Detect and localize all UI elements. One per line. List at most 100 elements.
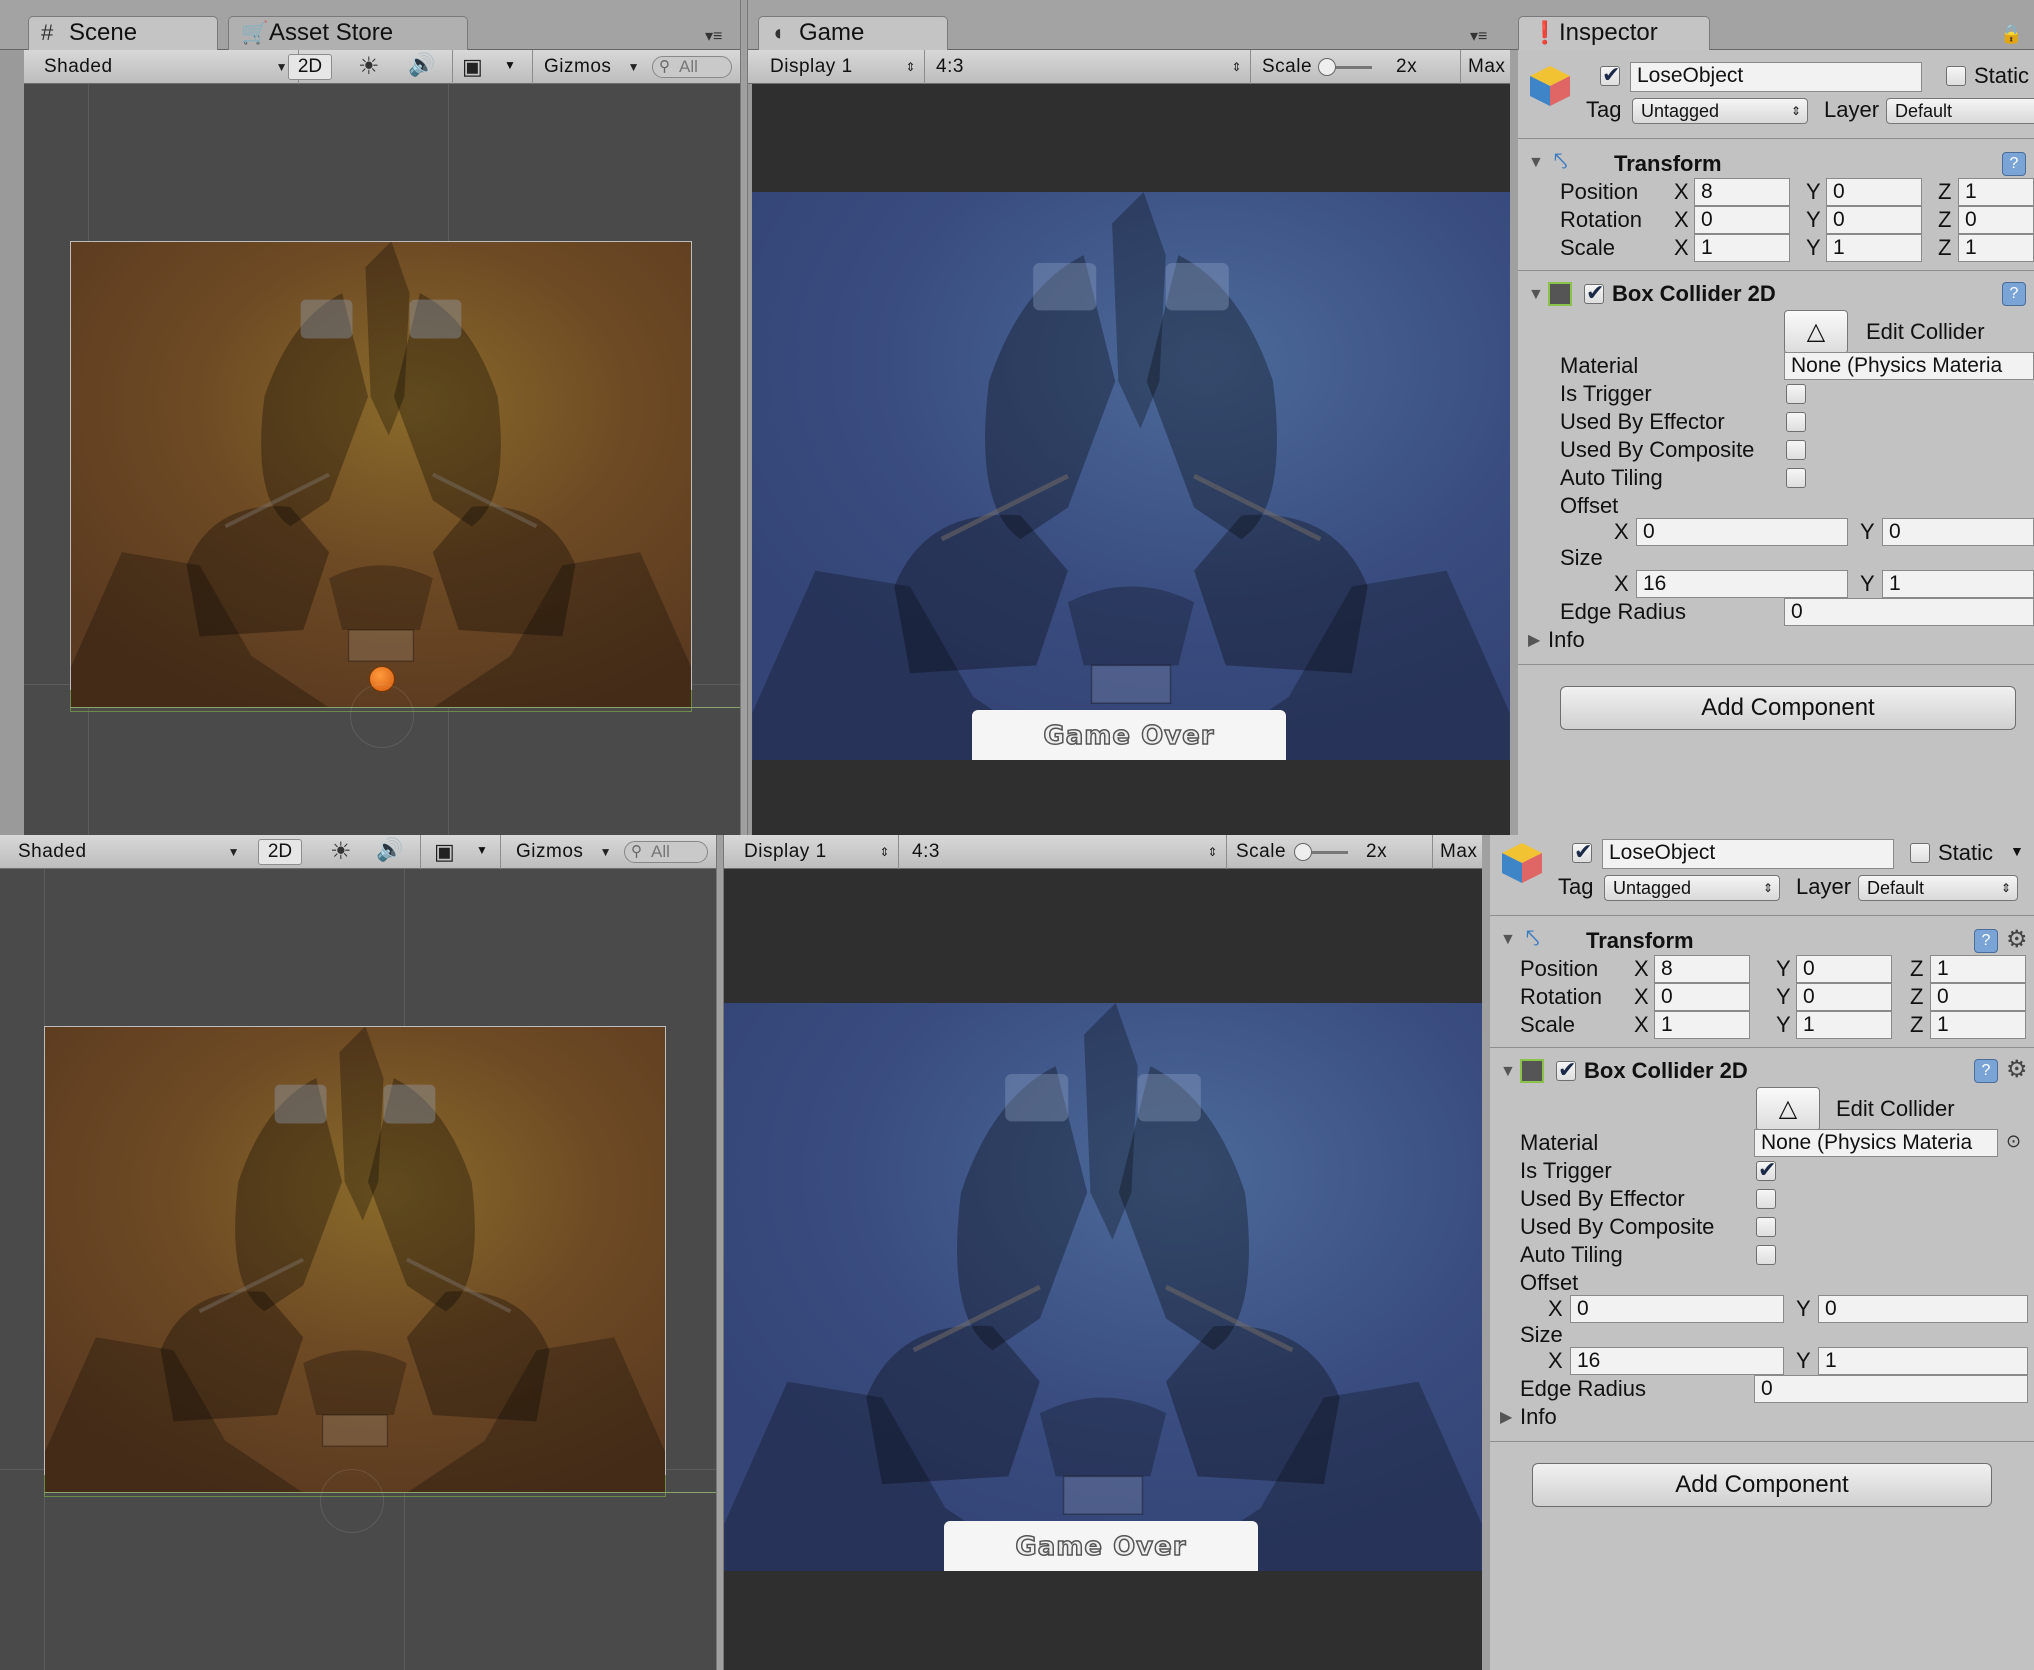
edge-radius-field[interactable]: 0 bbox=[1784, 598, 2034, 626]
info-foldout[interactable]: Info bbox=[1520, 1403, 1557, 1431]
tab-asset-store[interactable]: 🛒 Asset Store bbox=[228, 16, 468, 50]
position-y-field[interactable]: 0 bbox=[1796, 955, 1892, 983]
game-over-button[interactable]: Game Over bbox=[944, 1521, 1258, 1571]
object-name-field[interactable]: LoseObject bbox=[1602, 839, 1894, 869]
foldout-arrow-icon[interactable]: ▼ bbox=[1500, 931, 1516, 949]
foldout-arrow-icon[interactable]: ▼ bbox=[1500, 1063, 1516, 1081]
edge-radius-field[interactable]: 0 bbox=[1754, 1375, 2028, 1403]
used-by-composite-checkbox[interactable] bbox=[1786, 440, 1806, 460]
scale-z-field[interactable]: 1 bbox=[1958, 234, 2034, 262]
position-z-field[interactable]: 1 bbox=[1958, 178, 2034, 206]
active-checkbox[interactable] bbox=[1572, 839, 1592, 865]
auto-tiling-checkbox[interactable] bbox=[1756, 1245, 1776, 1265]
material-field[interactable]: None (Physics Materia bbox=[1784, 352, 2034, 380]
effects-icon[interactable]: ▣ bbox=[462, 54, 483, 80]
size-y-field[interactable]: 1 bbox=[1882, 570, 2034, 598]
foldout-arrow-icon[interactable]: ▼ bbox=[1528, 154, 1544, 172]
shading-dropdown[interactable]: Shaded ▼ bbox=[18, 840, 244, 864]
offset-x-field[interactable]: 0 bbox=[1636, 518, 1848, 546]
scale-x-field[interactable]: 1 bbox=[1694, 234, 1790, 262]
foldout-arrow-icon[interactable]: ▶ bbox=[1500, 1407, 1512, 1427]
panel-splitter[interactable] bbox=[1482, 835, 1490, 1670]
object-name-field[interactable]: LoseObject bbox=[1630, 62, 1922, 92]
scale-slider-thumb[interactable] bbox=[1294, 843, 1312, 861]
game-view[interactable]: Game Over bbox=[752, 84, 1510, 835]
scene-view[interactable] bbox=[0, 869, 716, 1670]
display-dropdown[interactable]: Display 1 ⇕ bbox=[744, 840, 894, 864]
panel-menu-icon[interactable]: ▾≡ bbox=[1470, 26, 1487, 46]
offset-x-field[interactable]: 0 bbox=[1570, 1295, 1784, 1323]
position-x-field[interactable]: 8 bbox=[1694, 178, 1790, 206]
scene-search-input[interactable]: ⚲ All bbox=[652, 56, 732, 78]
effects-dropdown-arrow-icon[interactable]: ▼ bbox=[476, 843, 488, 857]
gizmos-dropdown[interactable]: Gizmos ▼ bbox=[516, 840, 616, 864]
toggle-2d-button[interactable]: 2D bbox=[288, 54, 332, 80]
audio-icon[interactable]: 🔊 bbox=[408, 52, 435, 78]
tab-inspector[interactable]: ❗ Inspector bbox=[1518, 16, 1710, 50]
position-x-field[interactable]: 8 bbox=[1654, 955, 1750, 983]
rotation-x-field[interactable]: 0 bbox=[1694, 206, 1790, 234]
static-dropdown-arrow-icon[interactable]: ▼ bbox=[2010, 843, 2024, 859]
gear-icon[interactable]: ⚙ bbox=[2006, 925, 2028, 954]
size-x-field[interactable]: 16 bbox=[1636, 570, 1848, 598]
scale-y-field[interactable]: 1 bbox=[1826, 234, 1922, 262]
audio-icon[interactable]: 🔊 bbox=[376, 837, 403, 863]
offset-y-field[interactable]: 0 bbox=[1882, 518, 2034, 546]
layer-dropdown[interactable]: Default bbox=[1886, 98, 2034, 124]
rotation-z-field[interactable]: 0 bbox=[1958, 206, 2034, 234]
game-over-button[interactable]: Game Over bbox=[972, 710, 1286, 760]
rotation-y-field[interactable]: 0 bbox=[1796, 983, 1892, 1011]
offset-y-field[interactable]: 0 bbox=[1818, 1295, 2028, 1323]
lighting-icon[interactable]: ☀ bbox=[358, 52, 380, 81]
gizmos-dropdown[interactable]: Gizmos ▼ bbox=[544, 55, 644, 79]
lighting-icon[interactable]: ☀ bbox=[330, 837, 352, 866]
static-checkbox[interactable] bbox=[1946, 66, 1966, 86]
aspect-dropdown[interactable]: 4:3 ⇕ bbox=[912, 840, 1222, 864]
layer-dropdown[interactable]: Default ⇕ bbox=[1858, 875, 2018, 901]
panel-splitter[interactable] bbox=[1510, 50, 1518, 835]
is-trigger-checkbox[interactable] bbox=[1786, 384, 1806, 404]
scale-z-field[interactable]: 1 bbox=[1930, 1011, 2026, 1039]
aspect-dropdown[interactable]: 4:3 ⇕ bbox=[936, 55, 1246, 79]
object-picker-icon[interactable]: ⊙ bbox=[2006, 1131, 2021, 1152]
foldout-arrow-icon[interactable]: ▶ bbox=[1528, 630, 1540, 650]
effects-dropdown-arrow-icon[interactable]: ▼ bbox=[504, 58, 516, 72]
size-x-field[interactable]: 16 bbox=[1570, 1347, 1784, 1375]
auto-tiling-checkbox[interactable] bbox=[1786, 468, 1806, 488]
edit-collider-button[interactable]: △ bbox=[1756, 1087, 1820, 1131]
used-by-composite-checkbox[interactable] bbox=[1756, 1217, 1776, 1237]
effects-icon[interactable]: ▣ bbox=[434, 839, 455, 865]
help-icon[interactable]: ? bbox=[1974, 929, 1998, 953]
used-by-effector-checkbox[interactable] bbox=[1756, 1189, 1776, 1209]
edit-collider-button[interactable]: △ bbox=[1784, 310, 1848, 354]
static-checkbox[interactable] bbox=[1910, 843, 1930, 863]
tag-dropdown[interactable]: Untagged ⇕ bbox=[1632, 98, 1808, 124]
box-collider-enabled-checkbox[interactable] bbox=[1556, 1057, 1576, 1083]
maximize-on-play-toggle[interactable]: Max bbox=[1440, 840, 1486, 864]
used-by-effector-checkbox[interactable] bbox=[1786, 412, 1806, 432]
scale-slider-thumb[interactable] bbox=[1318, 58, 1336, 76]
help-icon[interactable]: ? bbox=[2002, 152, 2026, 176]
panel-menu-icon[interactable]: ▾≡ bbox=[705, 26, 722, 46]
box-collider-enabled-checkbox[interactable] bbox=[1584, 280, 1604, 306]
help-icon[interactable]: ? bbox=[2002, 282, 2026, 306]
material-field[interactable]: None (Physics Materia bbox=[1754, 1129, 1998, 1157]
gear-icon[interactable]: ⚙ bbox=[2006, 1055, 2028, 1084]
toggle-2d-button[interactable]: 2D bbox=[258, 839, 302, 865]
add-component-button[interactable]: Add Component bbox=[1532, 1463, 1992, 1507]
shading-dropdown[interactable]: Shaded ▼ bbox=[44, 55, 292, 79]
scale-y-field[interactable]: 1 bbox=[1796, 1011, 1892, 1039]
tag-dropdown[interactable]: Untagged ⇕ bbox=[1604, 875, 1780, 901]
lock-icon[interactable]: 🔒 bbox=[2000, 24, 2022, 45]
scene-view[interactable] bbox=[24, 84, 740, 835]
active-checkbox[interactable] bbox=[1600, 62, 1620, 88]
rotation-x-field[interactable]: 0 bbox=[1654, 983, 1750, 1011]
scene-search-input[interactable]: ⚲ All bbox=[624, 841, 708, 863]
size-y-field[interactable]: 1 bbox=[1818, 1347, 2028, 1375]
maximize-on-play-toggle[interactable]: Max bbox=[1468, 55, 1514, 79]
help-icon[interactable]: ? bbox=[1974, 1059, 1998, 1083]
is-trigger-checkbox[interactable] bbox=[1756, 1157, 1776, 1183]
game-view[interactable]: Game Over bbox=[724, 869, 1482, 1670]
position-y-field[interactable]: 0 bbox=[1826, 178, 1922, 206]
panel-splitter[interactable] bbox=[716, 835, 724, 1670]
